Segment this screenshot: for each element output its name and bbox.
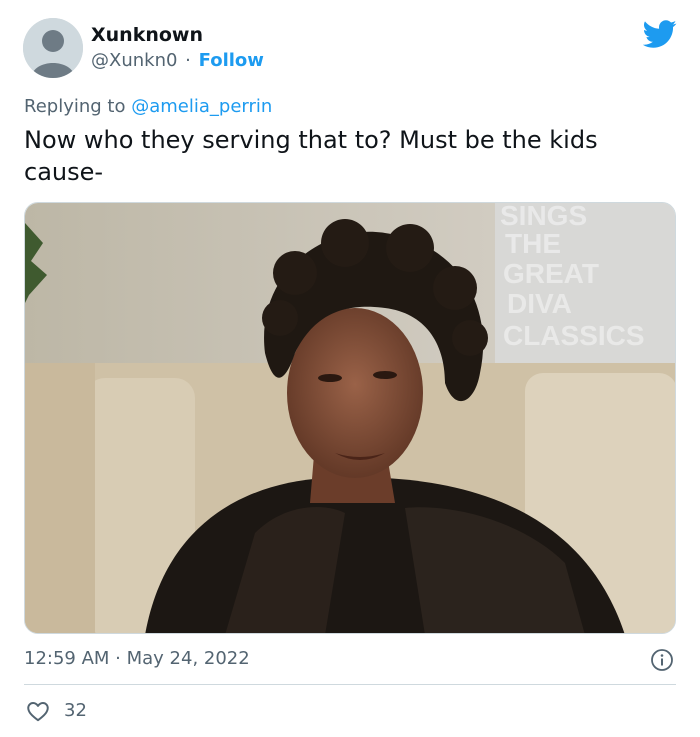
avatar[interactable]	[23, 18, 83, 78]
overlay-line-3: GREAT	[503, 258, 599, 289]
tweet-media-photo[interactable]: SINGS THE GREAT DIVA CLASSICS	[24, 202, 676, 634]
tweet-text: Now who they serving that to? Must be th…	[24, 126, 598, 186]
reply-prefix: Replying to	[24, 96, 126, 117]
reply-mention-link[interactable]: @amelia_perrin	[131, 96, 272, 117]
overlay-line-1: SINGS	[500, 203, 587, 231]
display-name[interactable]: Xunknown	[91, 22, 203, 48]
follow-button[interactable]: Follow	[199, 50, 264, 71]
overlay-line-4: DIVA	[507, 288, 572, 319]
divider	[24, 684, 676, 685]
reply-context: Replying to @amelia_perrin	[24, 95, 272, 119]
twitter-bird-icon[interactable]	[642, 17, 677, 51]
overlay-line-2: THE	[505, 228, 561, 259]
separator-dot: ·	[185, 50, 191, 71]
tweet-card: Xunknown @Xunkn0 · Follow Replying to @a…	[0, 0, 700, 737]
heart-icon[interactable]	[25, 698, 51, 724]
handle-row: @Xunkn0 · Follow	[91, 49, 264, 73]
tweet-timestamp[interactable]: 12:59 AM · May 24, 2022	[24, 646, 250, 672]
user-handle[interactable]: @Xunkn0	[91, 50, 177, 71]
info-icon[interactable]	[650, 648, 674, 672]
overlay-line-5: CLASSICS	[503, 320, 645, 351]
like-count: 32	[64, 700, 87, 721]
